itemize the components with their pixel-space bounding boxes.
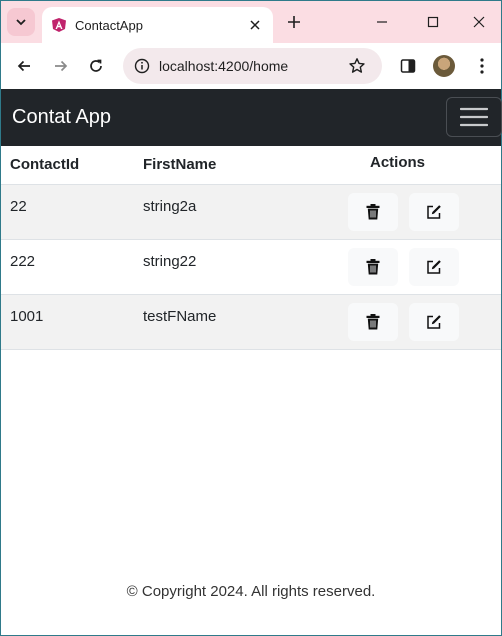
footer-copyright: © Copyright 2024. All rights reserved. — [126, 583, 376, 600]
new-tab-button[interactable] — [284, 12, 304, 32]
delete-button[interactable] — [348, 192, 398, 231]
cell-actions — [274, 184, 501, 240]
profile-avatar[interactable] — [433, 55, 455, 77]
navbar-toggler-button[interactable] — [446, 97, 502, 137]
contacts-table: ContactId FirstName Actions 22 string2a … — [1, 146, 501, 350]
header-actions: Actions — [274, 146, 501, 185]
maximize-window-button[interactable] — [421, 10, 445, 34]
delete-button[interactable] — [348, 247, 398, 286]
arrow-left-icon — [17, 60, 30, 72]
reload-button[interactable] — [84, 54, 108, 78]
table-row: 1001 testFName — [1, 294, 501, 350]
header-firstname: FirstName — [134, 146, 274, 185]
chevron-down-icon — [16, 19, 26, 26]
edit-button[interactable] — [409, 302, 459, 341]
url-text[interactable]: localhost:4200/home — [159, 58, 288, 74]
close-window-button[interactable] — [467, 10, 491, 34]
more-vertical-icon — [480, 58, 484, 74]
minimize-window-button[interactable] — [370, 10, 394, 34]
bookmark-star-icon[interactable] — [347, 56, 367, 76]
delete-button[interactable] — [348, 302, 398, 341]
tab-search-button[interactable] — [7, 8, 35, 36]
cell-first-name: testFName — [134, 294, 274, 350]
table-row: 22 string2a — [1, 184, 501, 240]
cell-contact-id: 22 — [1, 184, 134, 240]
browser-tabstrip: ContactApp — [1, 1, 501, 43]
tab-title: ContactApp — [75, 17, 143, 33]
cell-actions — [274, 239, 501, 295]
angular-logo-icon — [51, 17, 67, 33]
app-navbar: Contat App — [1, 89, 502, 146]
cell-contact-id: 222 — [1, 239, 134, 295]
trash-icon — [366, 203, 380, 219]
header-actions-label: Actions — [370, 154, 426, 172]
cell-contact-id: 1001 — [1, 294, 134, 350]
maximize-icon — [427, 16, 439, 28]
cell-first-name: string2a — [134, 184, 274, 240]
side-panel-button[interactable] — [396, 54, 420, 78]
header-contactid: ContactId — [1, 146, 134, 185]
browser-tab[interactable]: ContactApp — [42, 7, 273, 43]
browser-toolbar: localhost:4200/home — [1, 43, 501, 89]
navbar-brand[interactable]: Contat App — [12, 106, 111, 129]
arrow-right-icon — [55, 60, 68, 72]
close-tab-icon[interactable] — [245, 15, 265, 35]
pencil-square-icon — [427, 259, 441, 274]
pencil-square-icon — [427, 204, 441, 219]
close-icon — [473, 16, 485, 28]
address-bar[interactable]: localhost:4200/home — [123, 48, 382, 84]
back-button[interactable] — [12, 54, 36, 78]
trash-icon — [366, 313, 380, 329]
cell-first-name: string22 — [134, 239, 274, 295]
pencil-square-icon — [427, 314, 441, 329]
table-row: 222 string22 — [1, 239, 501, 295]
hamburger-menu-icon — [460, 107, 488, 127]
cell-actions — [274, 294, 501, 350]
plus-icon — [288, 16, 300, 28]
site-info-icon[interactable] — [132, 56, 152, 76]
table-header-row: ContactId FirstName Actions — [1, 146, 501, 185]
forward-button[interactable] — [49, 54, 73, 78]
edit-button[interactable] — [409, 192, 459, 231]
edit-button[interactable] — [409, 247, 459, 286]
trash-icon — [366, 258, 380, 274]
reload-icon — [90, 59, 102, 72]
side-panel-icon — [400, 59, 416, 73]
browser-menu-button[interactable] — [470, 54, 494, 78]
minimize-icon — [377, 21, 387, 23]
